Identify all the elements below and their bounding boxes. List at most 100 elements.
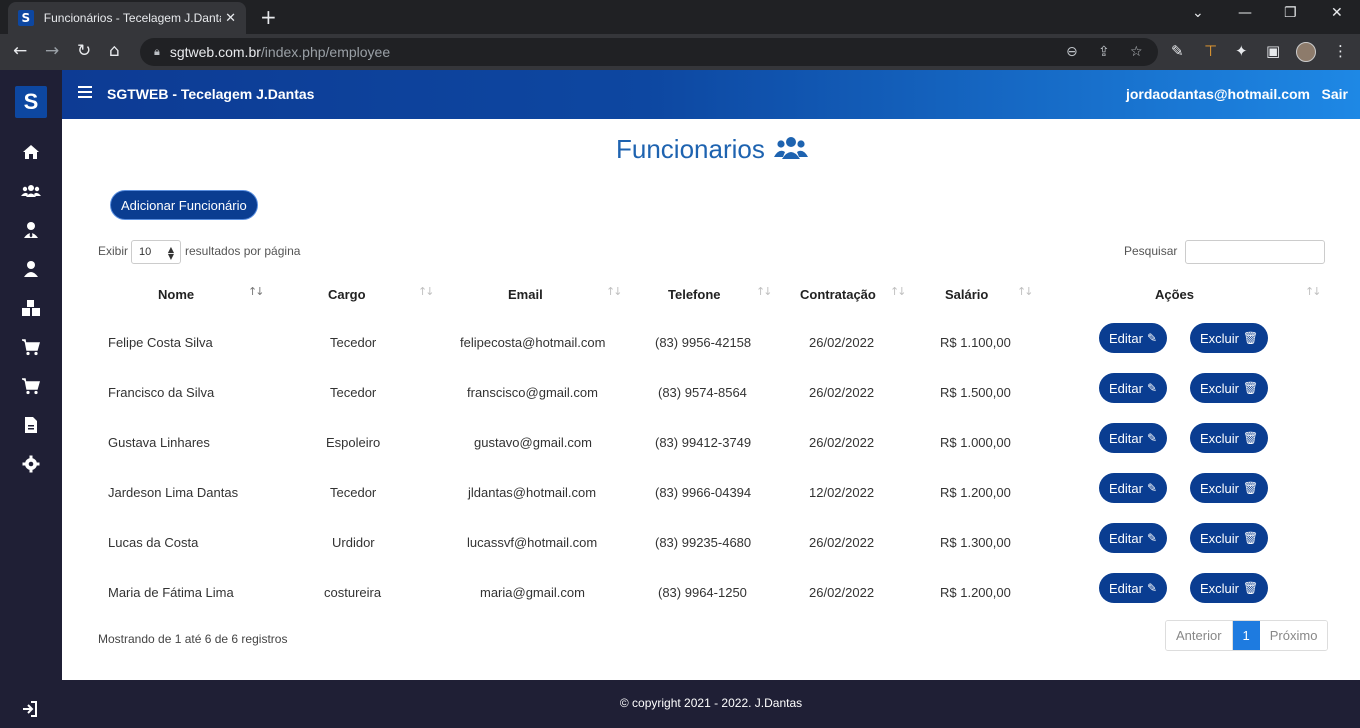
sort-icon[interactable]: ↑↓ [606, 285, 623, 298]
minimize-icon[interactable]: — [1238, 5, 1252, 21]
forward-icon[interactable]: → [45, 41, 59, 61]
trash-icon: 🗑︎ [1243, 431, 1259, 445]
app-title[interactable]: SGTWEB - Tecelagem J.Dantas [107, 86, 314, 102]
sort-icon[interactable]: ↑↓ [1017, 285, 1034, 298]
pagination-next[interactable]: Próximo [1259, 621, 1328, 650]
reload-icon[interactable]: ↻ [77, 41, 91, 61]
header-salario[interactable]: Salário [945, 287, 988, 302]
table-info: Mostrando de 1 até 6 de 6 registros [98, 632, 288, 646]
edit-button[interactable]: Editar ✎ [1099, 573, 1168, 603]
cell-nome: Francisco da Silva [108, 385, 215, 400]
select-caret-icon: ▲ ▼ [167, 245, 174, 261]
sort-icon[interactable]: ↑↓ [418, 285, 435, 298]
url-text: sgtweb.com.br/index.php/employee [169, 44, 391, 60]
cell-telefone: (83) 9574-8564 [658, 385, 747, 400]
pen-extension-icon[interactable]: ✎ [1171, 42, 1184, 60]
cart-plus-icon[interactable] [21, 377, 41, 397]
sort-icon[interactable]: ↑↓ [756, 285, 773, 298]
header-telefone[interactable]: Telefone [668, 287, 721, 302]
search-input[interactable] [1185, 240, 1325, 264]
delete-button[interactable]: Excluir 🗑︎ [1190, 423, 1269, 453]
sort-icon[interactable]: ↑↓ [890, 285, 907, 298]
header-acoes: Ações [1155, 287, 1195, 302]
edit-icon: ✎ [1146, 431, 1158, 445]
home-browser-icon[interactable]: ⌂ [109, 41, 120, 61]
main-content: Funcionarios Adicionar Funcionário Exibi… [62, 119, 1360, 680]
zoom-icon[interactable]: ⊖ [1066, 44, 1078, 60]
pagination-page-1[interactable]: 1 [1232, 621, 1260, 650]
bookmark-star-icon[interactable]: ☆ [1130, 44, 1143, 60]
back-icon[interactable]: ← [13, 41, 27, 61]
cell-cargo: costureira [324, 585, 382, 600]
cell-email: maria@gmail.com [480, 585, 585, 600]
users-title-icon [774, 135, 808, 163]
page-length-value: 10 [139, 246, 152, 258]
user-email: jordaodantas@hotmail.com [1125, 86, 1310, 102]
boxes-icon[interactable] [21, 299, 41, 319]
delete-button[interactable]: Excluir 🗑︎ [1190, 573, 1269, 603]
add-employee-button[interactable]: Adicionar Funcionário [110, 190, 258, 220]
file-icon[interactable] [21, 416, 41, 436]
sort-icon[interactable]: ↑↓ [248, 285, 265, 298]
cell-nome: Lucas da Costa [108, 535, 199, 550]
cell-cargo: Tecedor [330, 385, 377, 400]
delete-button[interactable]: Excluir 🗑︎ [1190, 473, 1269, 503]
delete-button[interactable]: Excluir 🗑︎ [1190, 373, 1269, 403]
menu-toggle-icon[interactable] [78, 86, 92, 98]
profile-avatar[interactable] [1296, 42, 1316, 62]
search-label: Pesquisar [1124, 244, 1178, 258]
share-icon[interactable]: ⇪ [1098, 44, 1110, 60]
pagination-previous[interactable]: Anterior [1166, 621, 1233, 650]
close-window-icon[interactable]: ✕ [1331, 5, 1343, 21]
table-row: Maria de Fátima Lima costureira maria@gm… [98, 569, 1326, 619]
new-tab-icon[interactable]: + [260, 6, 277, 28]
home-icon[interactable] [21, 143, 41, 163]
header-contratacao[interactable]: Contratação [800, 287, 876, 302]
cell-cargo: Espoleiro [326, 435, 381, 450]
puzzle-icon[interactable]: ✦ [1235, 42, 1248, 60]
tab-title: Funcionários - Tecelagem J.Dantas [43, 11, 222, 25]
maximize-icon[interactable]: ❐ [1284, 5, 1297, 21]
site-favicon: S [18, 10, 34, 26]
tab-close-icon[interactable]: ✕ [225, 11, 236, 26]
brand-logo[interactable]: S [15, 86, 47, 118]
user-tie-icon[interactable] [21, 221, 41, 241]
table-row: Jardeson Lima Dantas Tecedor jldantas@ho… [98, 469, 1326, 519]
menu-dots-icon[interactable]: ⋮ [1333, 42, 1348, 60]
edit-button[interactable]: Editar ✎ [1099, 373, 1168, 403]
gear-icon[interactable] [21, 455, 41, 475]
logout-link[interactable]: Sair [1322, 86, 1348, 102]
table-row: Lucas da Costa Urdidor lucassvf@hotmail.… [98, 519, 1326, 569]
trash-icon: 🗑︎ [1243, 331, 1259, 345]
edit-button[interactable]: Editar ✎ [1099, 323, 1168, 353]
sidepanel-icon[interactable]: ▣ [1266, 42, 1280, 60]
extension-icon[interactable]: ⊤ [1204, 42, 1217, 60]
cell-salario: R$ 1.000,00 [940, 435, 1011, 450]
browser-tab-bar: S Funcionários - Tecelagem J.Dantas ✕ + … [0, 0, 1360, 34]
delete-button[interactable]: Excluir 🗑︎ [1190, 323, 1269, 353]
sort-icon: ↑↓ [1305, 285, 1322, 298]
delete-button[interactable]: Excluir 🗑︎ [1190, 523, 1269, 553]
address-bar[interactable]: 🔒︎ sgtweb.com.br/index.php/employee ⊖ ⇪ … [140, 38, 1158, 66]
edit-button[interactable]: Editar ✎ [1099, 423, 1168, 453]
cell-email: lucassvf@hotmail.com [467, 535, 598, 550]
sign-out-icon[interactable] [21, 700, 39, 722]
edit-button[interactable]: Editar ✎ [1099, 473, 1168, 503]
page-title: Funcionarios [616, 134, 765, 164]
user-icon[interactable] [21, 260, 41, 280]
users-icon[interactable] [21, 182, 41, 202]
header-cargo[interactable]: Cargo [328, 287, 366, 302]
header-email[interactable]: Email [508, 287, 543, 302]
table-row: Francisco da Silva Tecedor franscisco@gm… [98, 369, 1326, 419]
cell-salario: R$ 1.100,00 [940, 335, 1011, 350]
tab-search-icon[interactable]: ⌄ [1192, 5, 1204, 21]
browser-tab[interactable]: S Funcionários - Tecelagem J.Dantas ✕ [8, 2, 246, 34]
page-length-select[interactable]: 10 ▲ ▼ [131, 240, 181, 264]
footer-copyright: © copyright 2021 - 2022. J.Dantas [619, 696, 803, 710]
edit-button[interactable]: Editar ✎ [1099, 523, 1168, 553]
header-nome[interactable]: Nome [158, 287, 194, 302]
top-navbar: SGTWEB - Tecelagem J.Dantas jordaodantas… [62, 70, 1360, 119]
cell-contratacao: 26/02/2022 [809, 385, 875, 400]
cart-icon[interactable] [21, 338, 41, 358]
lock-icon: 🔒︎ [154, 45, 160, 58]
